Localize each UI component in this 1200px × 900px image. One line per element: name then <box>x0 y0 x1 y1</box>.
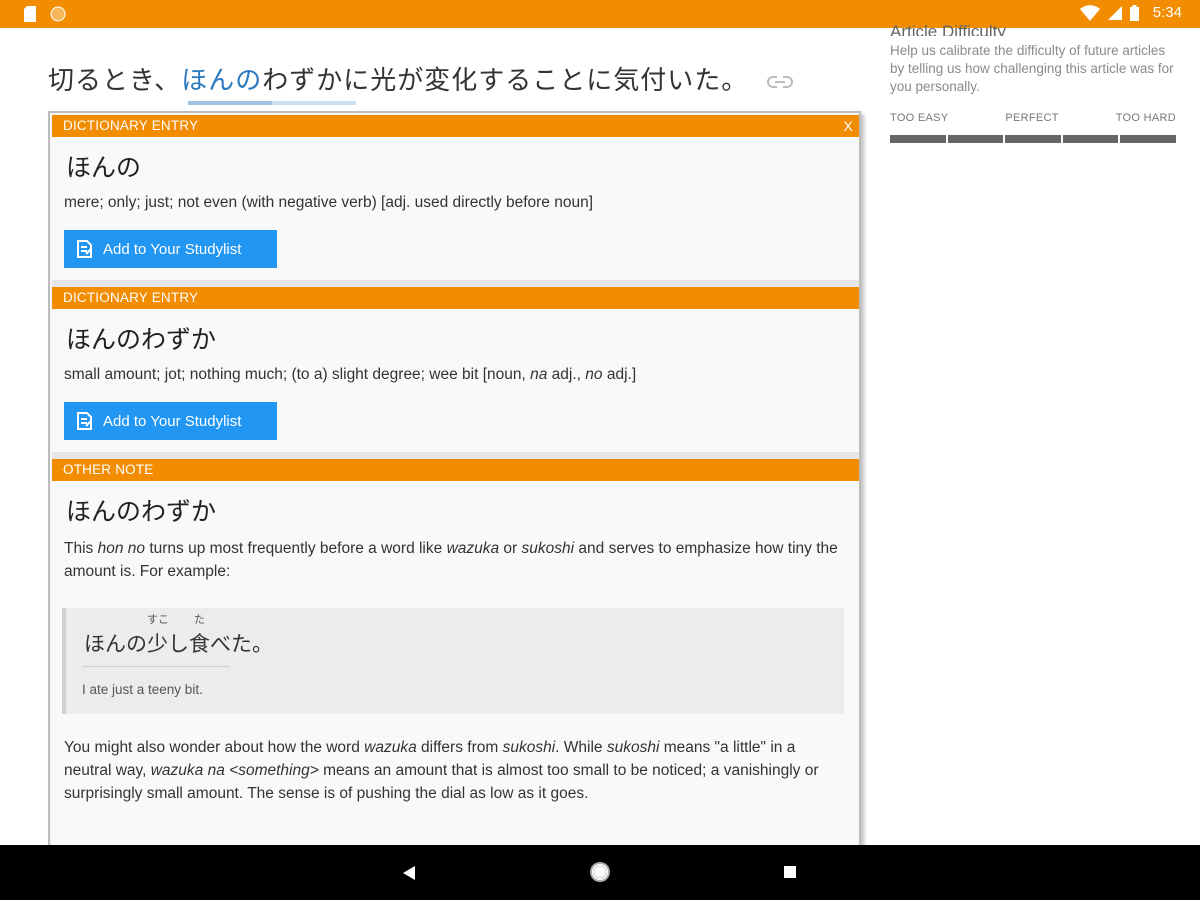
entry-word: ほんの <box>66 153 142 182</box>
recents-icon[interactable] <box>783 865 797 879</box>
note-word: ほんのわずか <box>66 497 217 526</box>
signal-icon <box>1107 5 1122 20</box>
entry-definition: small amount; jot; nothing much; (to a) … <box>64 366 637 383</box>
entry-header-label: DICTIONARY ENTRY <box>63 118 199 133</box>
article-sentence: 切るとき、ほんのわずかに光が変化することに気付いた。 <box>48 60 794 97</box>
note-header-label: OTHER NOTE <box>63 462 154 477</box>
furigana: た <box>194 613 205 626</box>
example-sentence-box: ほんの すこ 少した食べた。 I ate just a teeny bit. <box>62 608 844 714</box>
dictionary-entry: DICTIONARY ENTRY X ほんの mere; only; just;… <box>52 115 859 280</box>
label-too-hard: TOO HARD <box>1115 112 1176 124</box>
studylist-icon <box>77 240 92 258</box>
battery-icon <box>1129 4 1139 21</box>
label-perfect: PERFECT <box>1005 112 1059 124</box>
sentence-text-after[interactable]: わずかに光が変化することに気付いた。 <box>262 66 748 96</box>
dictionary-popup: DICTIONARY ENTRY X ほんの mere; only; just;… <box>48 111 861 851</box>
sd-card-icon <box>24 6 36 22</box>
entry-separator <box>52 452 859 459</box>
add-to-studylist-button[interactable]: Add to Your Studylist <box>64 230 277 268</box>
navigation-bar <box>0 845 1200 900</box>
note-paragraph-2: You might also wonder about how the word… <box>64 739 819 802</box>
home-icon[interactable] <box>589 861 611 883</box>
highlighted-word[interactable]: ほんの <box>181 66 262 96</box>
example-translation: I ate just a teeny bit. <box>82 682 203 697</box>
entry-definition: mere; only; just; not even (with negativ… <box>64 194 594 211</box>
note-header: OTHER NOTE <box>52 459 859 481</box>
example-divider <box>82 666 230 667</box>
article-difficulty-panel: Article Difficulty Help us calibrate the… <box>890 20 1180 96</box>
difficulty-segment-1[interactable] <box>890 135 946 143</box>
entry-header: DICTIONARY ENTRY <box>52 287 859 309</box>
add-button-label: Add to Your Studylist <box>103 412 242 430</box>
difficulty-segment-3[interactable] <box>1005 135 1061 143</box>
difficulty-segment-5[interactable] <box>1120 135 1176 143</box>
difficulty-rating-bar <box>890 135 1176 143</box>
difficulty-segment-4[interactable] <box>1062 135 1119 143</box>
add-to-studylist-button[interactable]: Add to Your Studylist <box>64 402 277 440</box>
clock: 5:34 <box>1152 4 1182 21</box>
example-japanese: ほんの すこ 少した食べた。 <box>84 613 273 656</box>
entry-header-label: DICTIONARY ENTRY <box>63 290 199 305</box>
difficulty-labels: TOO EASY PERFECT TOO HARD <box>890 112 1176 124</box>
link-icon[interactable] <box>767 72 794 92</box>
word-underline <box>188 101 356 105</box>
dictionary-entry: DICTIONARY ENTRY ほんのわずか small amount; jo… <box>52 287 859 452</box>
label-too-easy: TOO EASY <box>890 112 949 124</box>
difficulty-title: Article Difficulty <box>890 22 1006 36</box>
entry-word: ほんのわずか <box>66 325 217 354</box>
difficulty-segment-2[interactable] <box>947 135 1004 143</box>
note-paragraph-1: This hon no turns up most frequently bef… <box>64 540 838 580</box>
studylist-icon <box>77 412 92 430</box>
notification-dot-icon <box>50 6 66 22</box>
furigana: すこ <box>147 613 169 626</box>
sentence-text-before[interactable]: 切るとき、 <box>48 66 181 96</box>
add-button-label: Add to Your Studylist <box>103 240 242 258</box>
difficulty-description: Help us calibrate the difficulty of futu… <box>890 43 1174 94</box>
wifi-icon <box>1079 4 1100 21</box>
close-button[interactable]: X <box>843 115 853 137</box>
entry-header: DICTIONARY ENTRY X <box>52 115 859 137</box>
back-icon[interactable] <box>401 865 417 881</box>
entry-separator <box>52 280 859 287</box>
